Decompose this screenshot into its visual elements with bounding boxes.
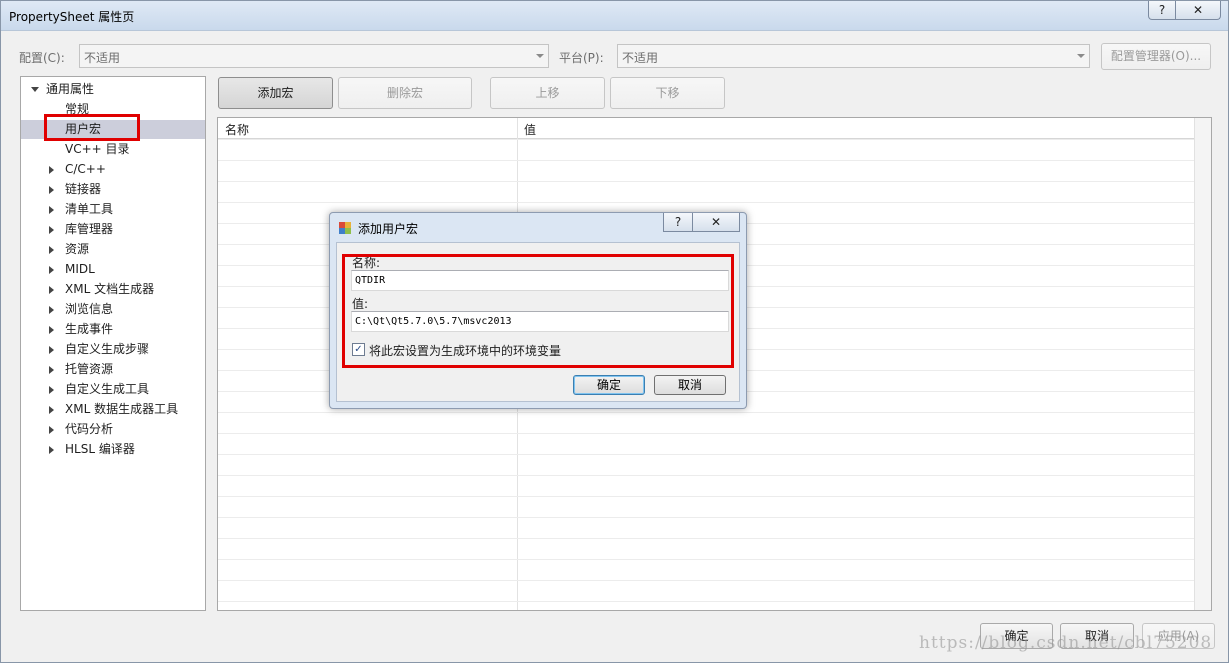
tree-item-label: XML 数据生成器工具 <box>65 402 179 416</box>
dialog-cancel-button[interactable]: 取消 <box>654 375 726 395</box>
add-macro-button[interactable]: 添加宏 <box>218 77 333 109</box>
grid-row-divider <box>218 601 1195 602</box>
close-button[interactable]: ✕ <box>1175 1 1221 20</box>
grid-row-divider <box>218 454 1195 455</box>
platform-combo[interactable]: 不适用 <box>617 44 1090 68</box>
tree-item[interactable]: 清单工具 <box>21 200 205 219</box>
tree-item-label: 自定义生成工具 <box>65 382 150 396</box>
close-icon: ✕ <box>710 215 722 229</box>
tree-item[interactable]: 库管理器 <box>21 220 205 239</box>
tree-item[interactable]: HLSL 编译器 <box>21 440 205 459</box>
tree-item[interactable]: 自定义生成步骤 <box>21 340 205 359</box>
grid-row-divider <box>218 580 1195 581</box>
expand-triangle-icon[interactable] <box>49 306 54 314</box>
grid-row-divider <box>218 202 1195 203</box>
expand-triangle-icon[interactable] <box>49 346 54 354</box>
tree-item-label: MIDL <box>65 262 95 276</box>
delete-macro-button[interactable]: 删除宏 <box>338 77 472 109</box>
tree-item-label: 浏览信息 <box>65 302 114 316</box>
tree-item-label: 代码分析 <box>65 422 114 436</box>
tree-item[interactable]: VC++ 目录 <box>21 140 205 159</box>
expand-triangle-icon[interactable] <box>49 206 54 214</box>
help-icon: ? <box>674 215 682 229</box>
platform-label: 平台(P): <box>559 51 604 65</box>
grid-row-divider <box>218 538 1195 539</box>
tree-item[interactable]: 浏览信息 <box>21 300 205 319</box>
config-label: 配置(C): <box>19 51 65 65</box>
tree-item-label: 清单工具 <box>65 202 114 216</box>
tree-item[interactable]: 代码分析 <box>21 420 205 439</box>
tree-item[interactable]: MIDL <box>21 260 205 279</box>
expand-triangle-icon[interactable] <box>49 386 54 394</box>
dialog-app-icon <box>339 222 351 234</box>
chevron-down-icon <box>1077 54 1085 58</box>
column-header-name[interactable]: 名称 <box>225 121 249 138</box>
tree-item[interactable]: 链接器 <box>21 180 205 199</box>
expand-triangle-icon[interactable] <box>49 286 54 294</box>
tree-item[interactable]: XML 文档生成器 <box>21 280 205 299</box>
tree-item-label: 链接器 <box>65 182 102 196</box>
grid-row-divider <box>218 433 1195 434</box>
highlight-box-macro-fields <box>342 254 734 368</box>
dialog-close-button[interactable]: ✕ <box>692 213 740 232</box>
expand-triangle-icon[interactable] <box>49 406 54 414</box>
tree-item-label: VC++ 目录 <box>65 142 130 156</box>
tree-item-label: 自定义生成步骤 <box>65 342 150 356</box>
grid-row-divider <box>218 559 1195 560</box>
tree-item-label: HLSL 编译器 <box>65 442 135 456</box>
move-down-button[interactable]: 下移 <box>610 77 725 109</box>
platform-value: 不适用 <box>622 51 659 65</box>
tree-item-label: 托管资源 <box>65 362 114 376</box>
grid-row-divider <box>218 412 1195 413</box>
grid-row-divider <box>218 181 1195 182</box>
column-header-value[interactable]: 值 <box>524 121 536 138</box>
dialog-help-button[interactable]: ? <box>663 213 693 232</box>
config-manager-button[interactable]: 配置管理器(O)... <box>1101 43 1211 70</box>
expand-triangle-icon[interactable] <box>49 246 54 254</box>
dialog-ok-button[interactable]: 确定 <box>573 375 645 395</box>
expand-triangle-icon[interactable] <box>49 366 54 374</box>
expand-triangle-icon[interactable] <box>49 446 54 454</box>
tree-item-label: 生成事件 <box>65 322 114 336</box>
grid-row-divider <box>218 517 1195 518</box>
tree-item-label: C/C++ <box>65 162 106 176</box>
help-icon: ? <box>1158 3 1166 17</box>
tree-item[interactable]: 自定义生成工具 <box>21 380 205 399</box>
tree-item[interactable]: C/C++ <box>21 160 205 179</box>
expand-triangle-icon[interactable] <box>49 426 54 434</box>
expand-triangle-icon[interactable] <box>49 266 54 274</box>
tree-item[interactable]: 托管资源 <box>21 360 205 379</box>
dialog-title: 添加用户宏 <box>358 222 419 236</box>
config-value: 不适用 <box>84 51 121 65</box>
expand-triangle-icon[interactable] <box>49 166 54 174</box>
config-combo[interactable]: 不适用 <box>79 44 549 68</box>
expand-triangle-icon[interactable] <box>49 226 54 234</box>
tree-item[interactable]: 生成事件 <box>21 320 205 339</box>
grid-row-divider <box>218 139 1195 140</box>
watermark-text: https://blog.csdn.net/cbl75208 <box>919 633 1213 653</box>
tree-item[interactable]: 资源 <box>21 240 205 259</box>
grid-scrollbar[interactable] <box>1194 118 1211 610</box>
tree-item-label: 资源 <box>65 242 90 256</box>
grid-row-divider <box>218 160 1195 161</box>
tree-item-label: 库管理器 <box>65 222 114 236</box>
expand-triangle-icon[interactable] <box>49 186 54 194</box>
tree-item[interactable]: XML 数据生成器工具 <box>21 400 205 419</box>
collapse-triangle-icon <box>31 87 39 92</box>
tree-item-label: XML 文档生成器 <box>65 282 155 296</box>
chevron-down-icon <box>536 54 544 58</box>
expand-triangle-icon[interactable] <box>49 326 54 334</box>
property-tree: 通用属性 常规 用户宏 VC++ 目录 C/C++ 链接器 清单工具 库管理器 资源 MIDL X… <box>20 76 206 611</box>
tree-root-common-properties[interactable]: 通用属性 <box>21 80 205 99</box>
grid-row-divider <box>218 475 1195 476</box>
window-title: PropertySheet 属性页 <box>9 10 135 24</box>
highlight-box-user-macros <box>44 114 140 141</box>
move-up-button[interactable]: 上移 <box>490 77 605 109</box>
grid-row-divider <box>218 496 1195 497</box>
help-button[interactable]: ? <box>1148 1 1176 20</box>
title-bar: PropertySheet 属性页 ? ✕ <box>1 1 1228 31</box>
close-icon: ✕ <box>1192 3 1204 17</box>
grid-header: 名称 值 <box>218 118 1195 139</box>
tree-root-label: 通用属性 <box>46 82 95 96</box>
